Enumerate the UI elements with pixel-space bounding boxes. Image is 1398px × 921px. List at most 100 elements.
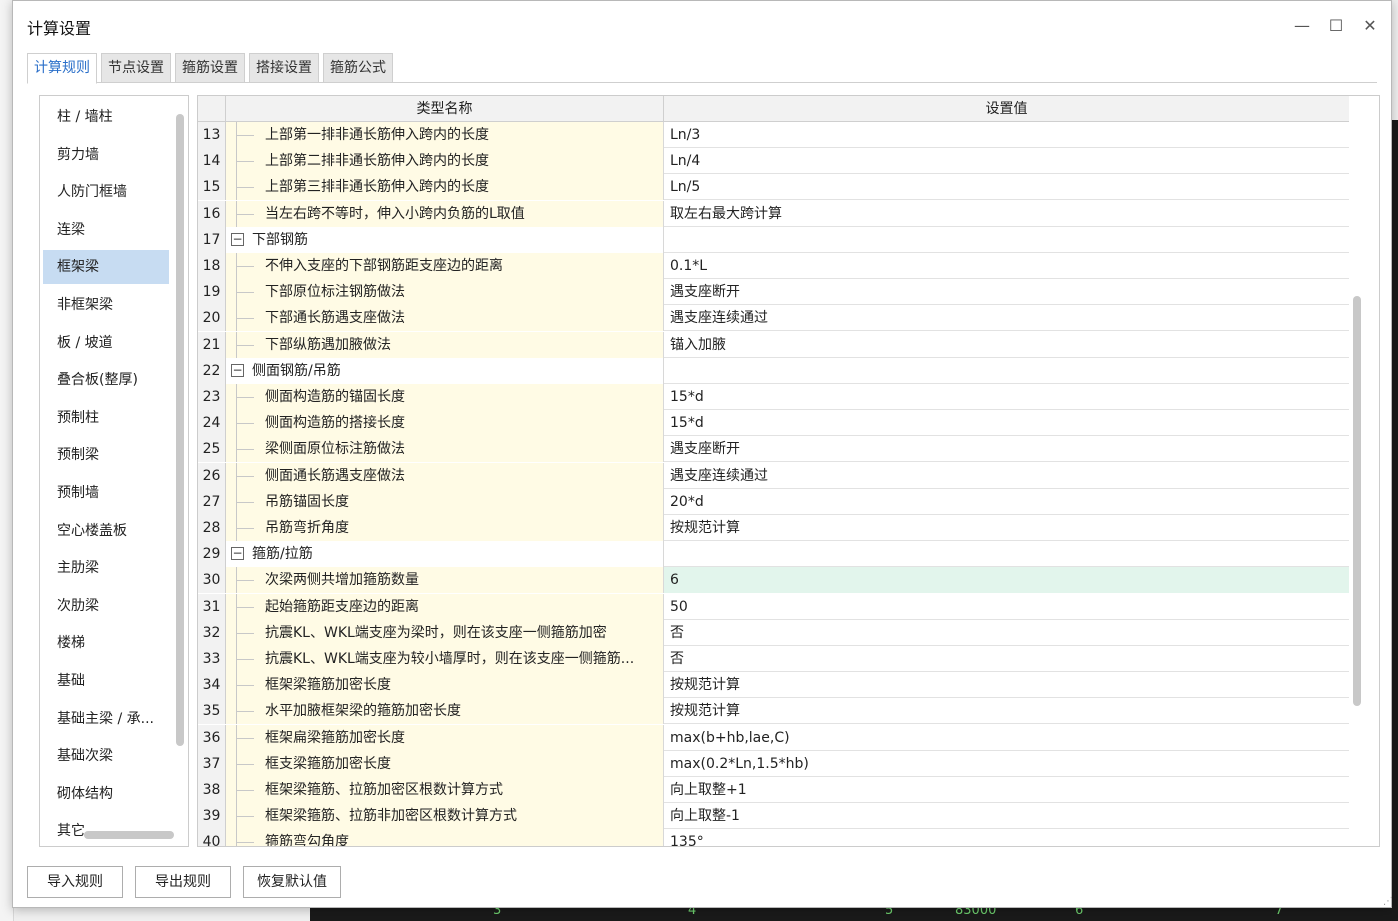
category-item[interactable]: 预制柱 [43, 401, 169, 435]
table-row[interactable]: 35 水平加腋框架梁的箍筋加密长度 按规范计算 [198, 698, 1349, 725]
category-list-hscrollbar[interactable] [84, 831, 174, 839]
table-row[interactable]: 26 侧面通长筋遇支座做法 遇支座连续通过 [198, 462, 1349, 489]
table-row[interactable]: 29− 箍筋/拉筋 [198, 541, 1349, 568]
table-row[interactable]: 36 框架扁梁箍筋加密长度 max(b+hb,lae,C) [198, 724, 1349, 751]
dialog-titlebar[interactable]: 计算设置 — ☐ ✕ [13, 1, 1391, 49]
setting-value-cell[interactable]: 遇支座断开 [664, 279, 1349, 305]
category-item[interactable]: 楼梯 [43, 626, 169, 660]
table-row[interactable]: 25 梁侧面原位标注筋做法 遇支座断开 [198, 436, 1349, 463]
setting-value-cell[interactable]: Ln/5 [664, 174, 1349, 200]
category-item[interactable]: 非框架梁 [43, 288, 169, 322]
setting-value-cell[interactable]: 锚入加腋 [664, 332, 1349, 358]
table-row[interactable]: 39 框架梁箍筋、拉筋非加密区根数计算方式 向上取整-1 [198, 803, 1349, 830]
grid-scrollbar[interactable] [1353, 296, 1361, 706]
export-rules-button[interactable]: 导出规则 [135, 866, 231, 898]
table-row[interactable]: 34 框架梁箍筋加密长度 按规范计算 [198, 672, 1349, 699]
table-row[interactable]: 27 吊筋锚固长度 20*d [198, 488, 1349, 515]
table-row[interactable]: 21 下部纵筋遇加腋做法 锚入加腋 [198, 331, 1349, 358]
tree-line [236, 423, 254, 425]
setting-value-cell[interactable]: 按规范计算 [664, 698, 1349, 724]
minimize-button[interactable]: — [1289, 13, 1315, 39]
tab-calc-rules[interactable]: 计算规则 [27, 53, 97, 84]
category-list-scrollbar[interactable] [176, 114, 184, 746]
table-row[interactable]: 17− 下部钢筋 [198, 226, 1349, 253]
category-item[interactable]: 基础主梁 / 承... [43, 702, 169, 736]
table-row[interactable]: 40 箍筋弯勾角度 135° [198, 829, 1349, 846]
setting-value-cell[interactable]: max(0.2*Ln,1.5*hb) [664, 751, 1349, 777]
collapse-icon[interactable]: − [231, 547, 244, 561]
setting-value-cell[interactable]: 遇支座断开 [664, 436, 1349, 462]
setting-value-cell[interactable]: 0.1*L [664, 253, 1349, 279]
setting-value-cell[interactable]: Ln/4 [664, 148, 1349, 174]
setting-value-cell[interactable]: 15*d [664, 384, 1349, 410]
category-item[interactable]: 预制墙 [43, 476, 169, 510]
header-type-name[interactable]: 类型名称 [226, 96, 664, 122]
category-item[interactable]: 基础次梁 [43, 739, 169, 773]
table-row[interactable]: 18 不伸入支座的下部钢筋距支座边的距离 0.1*L [198, 253, 1349, 279]
setting-value-cell[interactable] [664, 227, 1349, 253]
type-name-cell: 下部原位标注钢筋做法 [226, 279, 664, 306]
table-row[interactable]: 37 框支梁箍筋加密长度 max(0.2*Ln,1.5*hb) [198, 750, 1349, 777]
table-row[interactable]: 32 抗震KL、WKL端支座为梁时，则在该支座一侧箍筋加密 否 [198, 619, 1349, 646]
category-item[interactable]: 板 / 坡道 [43, 326, 169, 360]
table-row[interactable]: 38 框架梁箍筋、拉筋加密区根数计算方式 向上取整+1 [198, 777, 1349, 803]
setting-value-cell[interactable]: 向上取整+1 [664, 777, 1349, 803]
close-button[interactable]: ✕ [1357, 13, 1383, 39]
table-row[interactable]: 23 侧面构造筋的锚固长度 15*d [198, 384, 1349, 410]
setting-value-cell[interactable]: 20*d [664, 489, 1349, 515]
table-row[interactable]: 15 上部第三排非通长筋伸入跨内的长度 Ln/5 [198, 174, 1349, 201]
setting-value-cell[interactable]: 遇支座连续通过 [664, 463, 1349, 489]
maximize-button[interactable]: ☐ [1323, 13, 1349, 39]
table-row[interactable]: 13 上部第一排非通长筋伸入跨内的长度 Ln/3 [198, 122, 1349, 148]
setting-value-cell[interactable]: max(b+hb,lae,C) [664, 725, 1349, 751]
setting-value-cell[interactable]: 按规范计算 [664, 672, 1349, 698]
setting-value-cell[interactable]: 135° [664, 829, 1349, 846]
category-list[interactable]: 其它 砌体结构 基础次梁 基础主梁 / 承... 基础 楼梯 次肋梁 主肋梁 空心楼盖板 预制墙预… [39, 95, 189, 847]
setting-value-cell[interactable]: 15*d [664, 410, 1349, 436]
resize-grip-icon[interactable]: ⋰ [1383, 896, 1393, 907]
category-item[interactable]: 次肋梁 [43, 589, 169, 623]
setting-value-cell[interactable]: 否 [664, 620, 1349, 646]
tab-bar: 计算规则 节点设置 箍筋设置 搭接设置 箍筋公式 [27, 53, 397, 84]
setting-value-cell[interactable]: 50 [664, 594, 1349, 620]
setting-value-cell[interactable]: 按规范计算 [664, 515, 1349, 541]
import-rules-button[interactable]: 导入规则 [27, 866, 123, 898]
restore-defaults-button[interactable]: 恢复默认值 [243, 866, 341, 898]
category-item[interactable]: 连梁 [43, 213, 169, 247]
table-row[interactable]: 28 吊筋弯折角度 按规范计算 [198, 515, 1349, 541]
table-row[interactable]: 30 次梁两侧共增加箍筋数量 6 [198, 567, 1349, 594]
setting-value-cell[interactable]: Ln/3 [664, 122, 1349, 148]
setting-value-cell[interactable]: 否 [664, 646, 1349, 672]
setting-value-cell[interactable] [664, 541, 1349, 567]
category-item[interactable]: 框架梁 [43, 250, 169, 285]
table-row[interactable]: 24 侧面构造筋的搭接长度 15*d [198, 410, 1349, 437]
header-setting-value[interactable]: 设置值 [664, 96, 1349, 122]
setting-value-cell[interactable]: 向上取整-1 [664, 803, 1349, 829]
tab-lap-settings[interactable]: 搭接设置 [249, 53, 319, 83]
category-item[interactable]: 基础 [43, 664, 169, 698]
tab-node-settings[interactable]: 节点设置 [101, 53, 171, 83]
category-item[interactable]: 预制梁 [43, 438, 169, 472]
category-item[interactable]: 叠合板(整厚) [43, 363, 169, 397]
category-item[interactable]: 砌体结构 [43, 777, 169, 811]
category-item[interactable]: 主肋梁 [43, 551, 169, 585]
table-row[interactable]: 16 当左右跨不等时，伸入小跨内负筋的L取值 取左右最大跨计算 [198, 200, 1349, 227]
table-row[interactable]: 19 下部原位标注钢筋做法 遇支座断开 [198, 279, 1349, 306]
table-row[interactable]: 22− 侧面钢筋/吊筋 [198, 357, 1349, 384]
table-row[interactable]: 33 抗震KL、WKL端支座为较小墙厚时，则在该支座一侧箍筋... 否 [198, 646, 1349, 672]
category-item[interactable]: 人防门框墙 [43, 175, 169, 209]
setting-value-cell[interactable]: 取左右最大跨计算 [664, 201, 1349, 227]
table-row[interactable]: 20 下部通长筋遇支座做法 遇支座连续通过 [198, 305, 1349, 332]
collapse-icon[interactable]: − [231, 232, 244, 246]
setting-value-cell[interactable]: 6 [664, 567, 1349, 594]
tab-stirrup-settings[interactable]: 箍筋设置 [175, 53, 245, 83]
setting-value-cell[interactable]: 遇支座连续通过 [664, 305, 1349, 331]
collapse-icon[interactable]: − [231, 363, 244, 377]
table-row[interactable]: 31 起始箍筋距支座边的距离 50 [198, 593, 1349, 620]
setting-value-cell[interactable] [664, 358, 1349, 384]
category-item[interactable]: 空心楼盖板 [43, 514, 169, 548]
table-row[interactable]: 14 上部第二排非通长筋伸入跨内的长度 Ln/4 [198, 148, 1349, 175]
category-item[interactable]: 剪力墙 [43, 138, 169, 172]
category-item[interactable]: 柱 / 墙柱 [43, 100, 169, 134]
tab-stirrup-formula[interactable]: 箍筋公式 [323, 53, 393, 83]
